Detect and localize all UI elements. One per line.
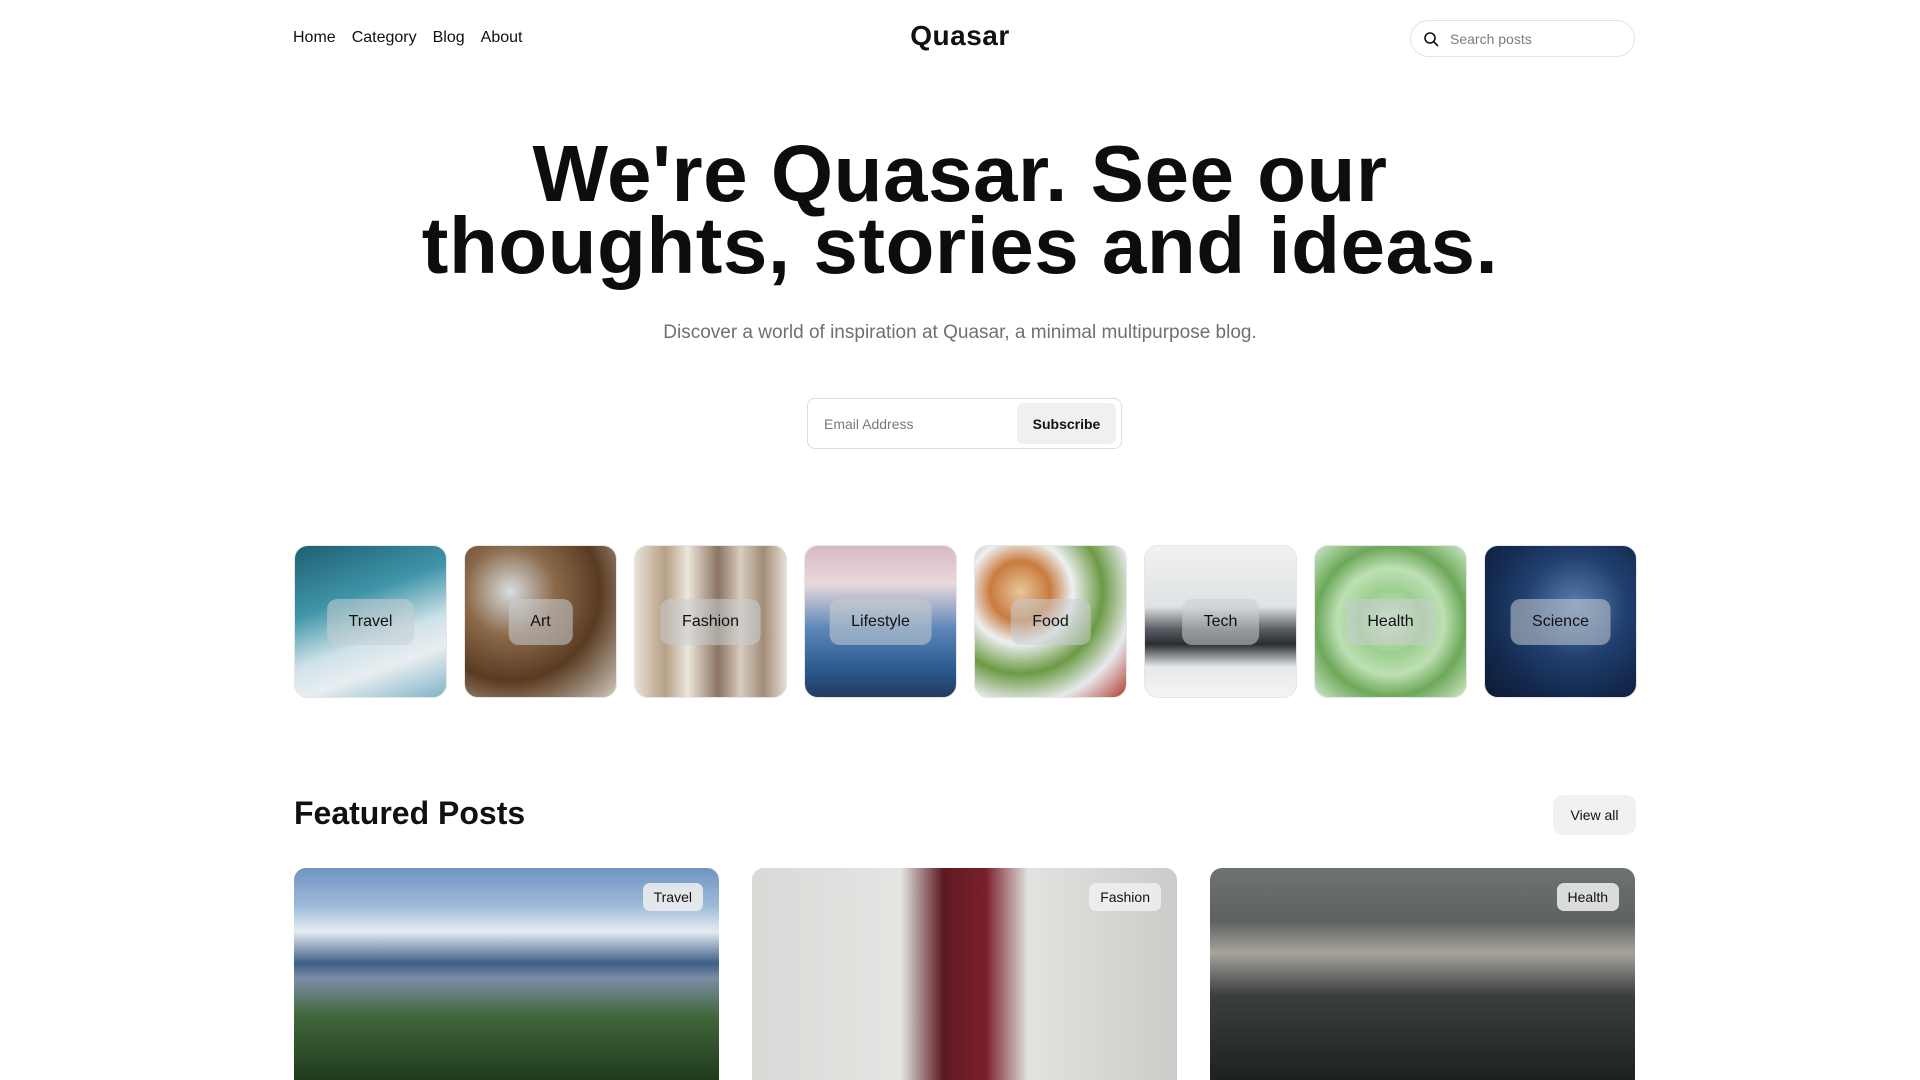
nav-blog-link[interactable]: Blog (433, 26, 465, 50)
subscribe-form: Subscribe (807, 398, 1122, 449)
category-label: Food (1010, 598, 1091, 645)
category-label: Travel (326, 598, 415, 645)
post-category-tag[interactable]: Travel (642, 883, 703, 911)
category-card-tech[interactable]: Tech (1144, 545, 1297, 698)
category-card-fashion[interactable]: Fashion (634, 545, 787, 698)
search-input[interactable] (1448, 29, 1618, 48)
search-box[interactable] (1410, 20, 1635, 57)
post-category-tag[interactable]: Health (1556, 883, 1619, 911)
featured-posts-heading: Featured Posts (294, 795, 526, 831)
nav-category-link[interactable]: Category (352, 26, 417, 50)
email-field[interactable] (813, 414, 1017, 433)
featured-post-card[interactable]: Travel (294, 868, 719, 1080)
category-list: Travel Art Fashion Lifestyle Food Tech H… (294, 545, 1637, 698)
featured-posts-list: Travel Fashion Health (294, 868, 1635, 1080)
category-card-art[interactable]: Art (464, 545, 617, 698)
hero-title-line-1: We're Quasar. See our (532, 129, 1388, 218)
category-label: Fashion (660, 598, 761, 645)
subscribe-button[interactable]: Subscribe (1017, 403, 1116, 444)
search-icon (1424, 31, 1439, 46)
hero-title-line-2: thoughts, stories and ideas. (421, 201, 1499, 290)
site-logo[interactable]: Quasar (910, 20, 1010, 51)
category-label: Lifestyle (829, 598, 932, 645)
site-header: Home Category Blog About Quasar (0, 0, 1920, 76)
nav-home-link[interactable]: Home (293, 26, 336, 50)
view-all-button[interactable]: View all (1553, 795, 1636, 835)
category-label: Health (1345, 598, 1436, 645)
category-card-lifestyle[interactable]: Lifestyle (804, 545, 957, 698)
category-card-health[interactable]: Health (1314, 545, 1467, 698)
category-card-science[interactable]: Science (1484, 545, 1637, 698)
category-label: Tech (1181, 598, 1260, 645)
main-nav: Home Category Blog About (293, 26, 522, 50)
hero-subtitle: Discover a world of inspiration at Quasa… (663, 322, 1257, 343)
nav-about-link[interactable]: About (481, 26, 523, 50)
hero-title: We're Quasar. See our thoughts, stories … (0, 129, 1920, 290)
featured-post-card[interactable]: Fashion (752, 868, 1177, 1080)
category-card-travel[interactable]: Travel (294, 545, 447, 698)
category-label: Art (508, 598, 573, 645)
category-label: Science (1510, 598, 1611, 645)
post-category-tag[interactable]: Fashion (1089, 883, 1161, 911)
featured-post-card[interactable]: Health (1210, 868, 1635, 1080)
category-card-food[interactable]: Food (974, 545, 1127, 698)
